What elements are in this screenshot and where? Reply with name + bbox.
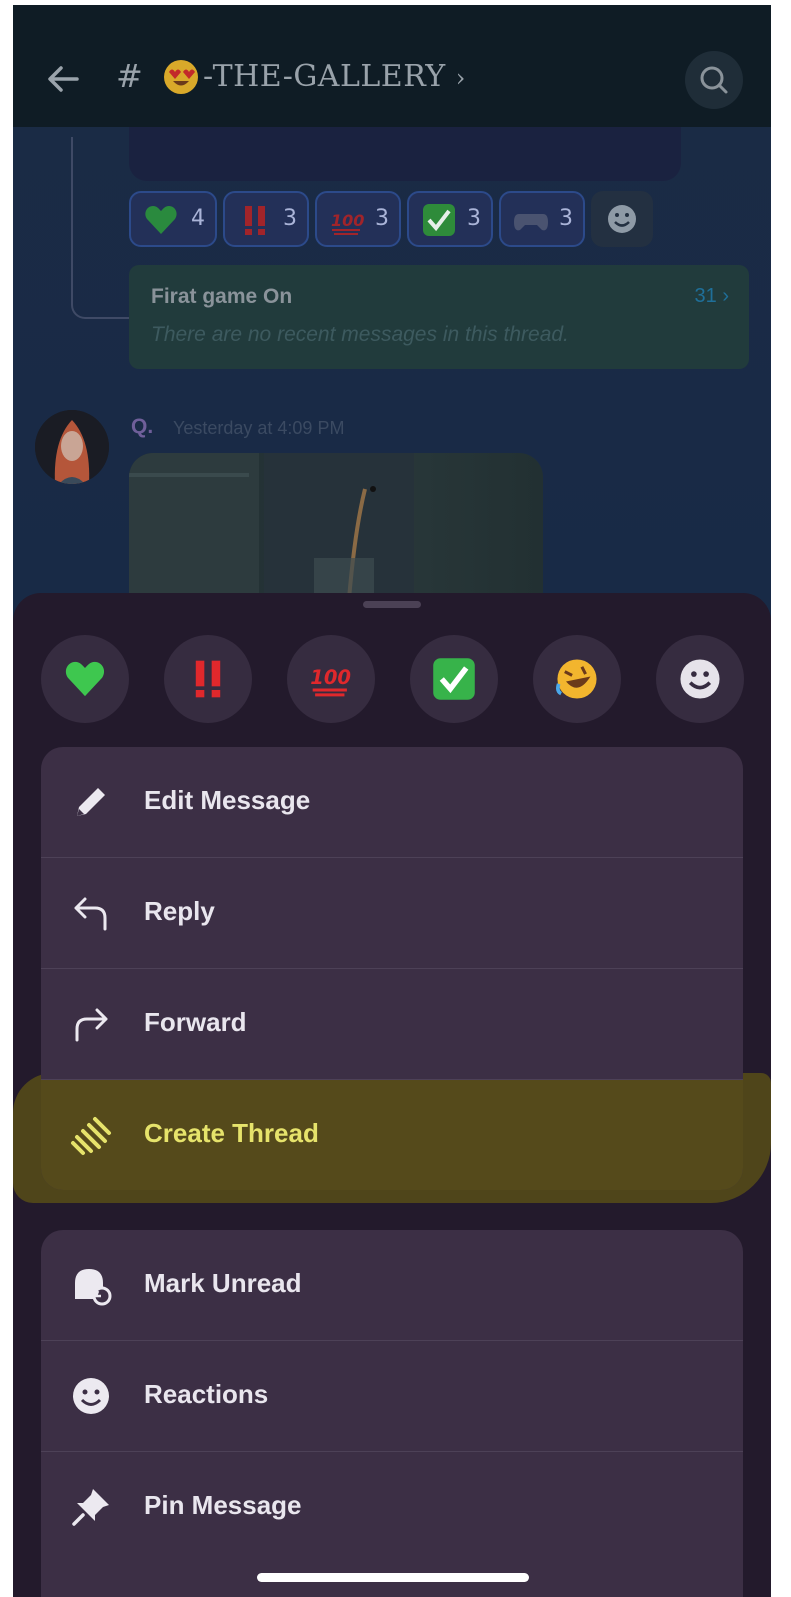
- forward-icon: [75, 1008, 108, 1042]
- menu-item-forward[interactable]: Forward: [41, 969, 743, 1080]
- menu-group-secondary: Mark Unread Reactions Pin Message: [41, 1230, 743, 1597]
- svg-text:100: 100: [331, 211, 364, 230]
- sheet-grab-handle[interactable]: [363, 601, 421, 608]
- menu-item-label: Edit Message: [144, 785, 311, 815]
- menu-item-reply[interactable]: Reply: [41, 858, 743, 969]
- reaction-count: 3: [283, 206, 297, 231]
- reaction-green-heart[interactable]: 4: [129, 191, 217, 247]
- reaction-hundred-points[interactable]: 100 3: [315, 191, 401, 247]
- smiley-icon: [73, 1378, 109, 1414]
- menu-item-label: Mark Unread: [144, 1268, 302, 1298]
- game-controller-icon: [514, 214, 548, 231]
- thread-title: Firat game On: [151, 285, 293, 308]
- search-icon: [700, 66, 728, 94]
- home-indicator[interactable]: [257, 1573, 529, 1582]
- channel-title-text: -THE-GALLERY: [203, 59, 446, 94]
- reaction-game-controller[interactable]: 3: [499, 191, 585, 247]
- pencil-icon: [77, 788, 105, 816]
- reaction-double-exclamation[interactable]: 3: [223, 191, 309, 247]
- avatar-image: [35, 410, 109, 484]
- channel-title[interactable]: -THE-GALLERY ›: [203, 59, 466, 94]
- check-mark-button-icon: [433, 658, 475, 700]
- quick-reaction-double-exclamation[interactable]: [164, 635, 252, 723]
- previous-message-bubble: [129, 127, 681, 181]
- reaction-check-mark[interactable]: 3: [407, 191, 493, 247]
- search-button[interactable]: [685, 51, 743, 109]
- hundred-points-icon: 100: [310, 666, 351, 697]
- menu-item-label: Reactions: [144, 1379, 269, 1409]
- message-image[interactable]: [129, 453, 543, 613]
- reaction-count: 3: [559, 206, 573, 231]
- mark-unread-icon: [75, 1269, 112, 1306]
- menu-group-primary: Edit Message Reply Forward Create Thread: [41, 747, 743, 1190]
- menu-item-label: Create Thread: [144, 1118, 319, 1148]
- menu-item-pin-message[interactable]: Pin Message: [41, 1452, 743, 1562]
- thread-icon: [71, 1117, 111, 1155]
- menu-item-create-thread[interactable]: Create Thread: [41, 1080, 743, 1190]
- quick-reaction-add[interactable]: [656, 635, 744, 723]
- add-reaction-button[interactable]: [591, 191, 653, 247]
- thread-message-count: 31 ›: [694, 285, 729, 307]
- add-reaction-icon: [608, 205, 636, 233]
- hundred-points-icon: 100: [331, 211, 364, 235]
- quick-reaction-rofl[interactable]: [533, 635, 621, 723]
- channel-hash-icon: #: [116, 57, 143, 95]
- thread-connector-line: [71, 137, 129, 319]
- reaction-count: 3: [375, 206, 389, 231]
- quick-reaction-hundred-points[interactable]: 100: [287, 635, 375, 723]
- menu-item-edit-message[interactable]: Edit Message: [41, 747, 743, 858]
- thread-preview-card[interactable]: Firat game On 31 › There are no recent m…: [129, 265, 749, 369]
- pin-icon: [72, 1489, 109, 1526]
- thread-subtitle: There are no recent messages in this thr…: [151, 323, 569, 346]
- reaction-count: 4: [191, 206, 205, 231]
- message-author[interactable]: Q.: [131, 415, 153, 439]
- green-heart-icon: [145, 206, 177, 234]
- phone-screen: # -THE-GALLERY › 4 3 100 3 3 3 Firat gam…: [13, 5, 771, 1597]
- add-reaction-icon: [680, 659, 720, 699]
- menu-item-reactions[interactable]: Reactions: [41, 1341, 743, 1452]
- chevron-right-icon: ›: [455, 64, 466, 92]
- quick-reaction-check-mark[interactable]: [410, 635, 498, 723]
- double-exclamation-icon: [245, 206, 265, 235]
- heart-eyes-emoji-icon: [164, 60, 198, 94]
- quick-reaction-green-heart[interactable]: [41, 635, 129, 723]
- reply-icon: [74, 897, 107, 931]
- check-mark-button-icon: [423, 204, 455, 236]
- menu-item-mark-unread[interactable]: Mark Unread: [41, 1230, 743, 1341]
- svg-text:100: 100: [310, 666, 351, 689]
- green-heart-icon: [65, 661, 105, 697]
- channel-header: # -THE-GALLERY ›: [13, 5, 771, 127]
- thread-count-value: 31: [694, 285, 717, 307]
- message-timestamp: Yesterday at 4:09 PM: [173, 418, 345, 438]
- back-arrow-icon[interactable]: [43, 59, 83, 99]
- double-exclamation-icon: [195, 660, 221, 698]
- avatar[interactable]: [35, 410, 109, 484]
- menu-item-label: Reply: [144, 896, 215, 926]
- menu-item-label: Pin Message: [144, 1490, 302, 1520]
- reaction-count: 3: [467, 206, 481, 231]
- menu-item-label: Forward: [144, 1007, 247, 1037]
- image-content: [129, 453, 414, 613]
- rofl-icon: [556, 659, 597, 699]
